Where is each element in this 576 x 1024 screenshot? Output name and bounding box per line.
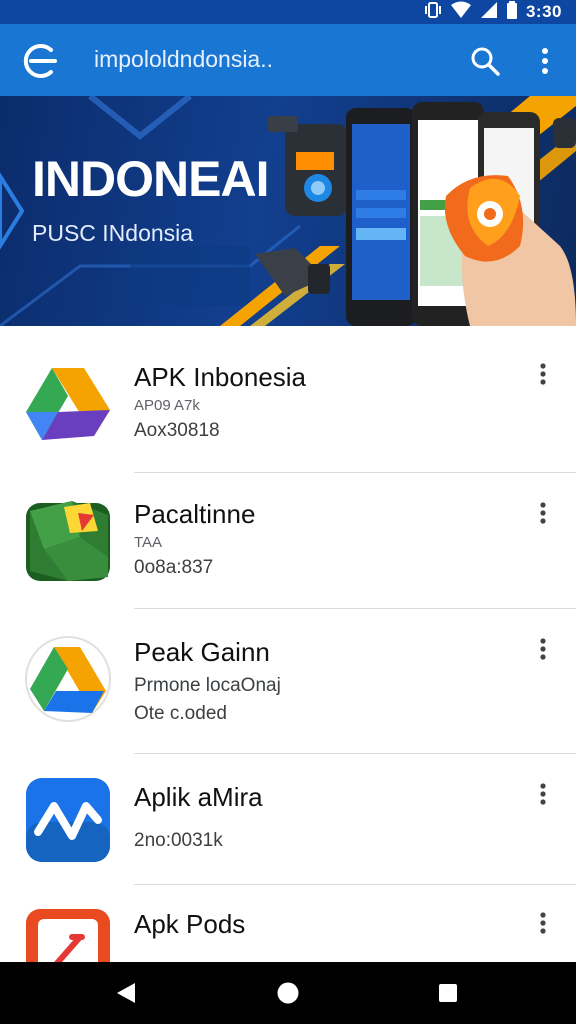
green-map-icon (26, 501, 110, 581)
item-menu-button[interactable] (530, 905, 556, 941)
item-menu-button[interactable] (530, 776, 556, 812)
more-vert-icon (540, 363, 546, 385)
list-item[interactable]: Peak Gainn Prmone locaOnaj Ote c.oded (0, 609, 576, 754)
list-item[interactable]: Apk Pods (0, 885, 576, 962)
red-square-icon (26, 909, 110, 962)
list-item[interactable]: APK Inbonesia AP09 A7k Aox30818 (0, 326, 576, 473)
app-name: APK Inbonesia (134, 362, 307, 392)
wifi-icon (450, 1, 472, 24)
item-menu-button[interactable] (530, 631, 556, 667)
app-meta: AP09 A7k (134, 397, 200, 414)
app-meta: 0o8a:837 (134, 557, 214, 578)
clock: 3:30 (525, 2, 562, 21)
signal-icon (480, 1, 498, 24)
promo-banner[interactable]: INDONEAI PUSC INdonsia (0, 96, 576, 326)
app-meta: Prmone locaOnaj (134, 675, 281, 696)
back-button[interactable] (18, 40, 60, 82)
overflow-menu-button[interactable] (530, 42, 560, 80)
item-menu-button[interactable] (530, 495, 556, 531)
more-vert-icon (540, 783, 546, 805)
app-name: Apk Pods (134, 909, 246, 939)
app-name: Peak Gainn (134, 637, 270, 667)
app-meta: Aox30818 (134, 420, 220, 441)
nav-back-button[interactable] (106, 973, 146, 1013)
drive-circle-icon (25, 636, 111, 722)
app-title: impololdndonsia.. (94, 46, 274, 72)
app-meta: Ote c.oded (134, 703, 227, 724)
app-name: Pacaltinne (134, 499, 256, 529)
nav-recents-button[interactable] (428, 973, 468, 1013)
list-item[interactable]: Aplik aMira 2no:0031k (0, 754, 576, 885)
vibrate-icon (424, 1, 442, 24)
back-icon (23, 44, 57, 78)
status-icons: 3:30 (424, 0, 562, 24)
banner-title: INDONEAI (32, 151, 269, 207)
more-vert-icon (540, 638, 546, 660)
back-triangle-icon (117, 983, 135, 1003)
nav-home-button[interactable] (268, 973, 308, 1013)
item-menu-button[interactable] (530, 356, 556, 392)
banner-subtitle: PUSC INdonsia (32, 220, 194, 246)
list-item[interactable]: Pacaltinne TAA 0o8a:837 (0, 473, 576, 609)
system-nav-bar (0, 962, 576, 1024)
home-circle-icon (277, 982, 299, 1004)
banner-illustration (0, 96, 576, 326)
more-vert-icon (540, 502, 546, 524)
status-bar: 3:30 (0, 0, 576, 24)
app-list: APK Inbonesia AP09 A7k Aox30818 Pacaltin… (0, 326, 576, 962)
search-icon (471, 47, 500, 76)
search-button[interactable] (466, 42, 504, 80)
battery-icon (506, 0, 518, 24)
app-meta: TAA (134, 534, 163, 551)
recents-square-icon (439, 984, 457, 1002)
drive-triangle-icon (26, 362, 110, 446)
blue-wave-icon (26, 778, 110, 862)
app-meta: 2no:0031k (134, 830, 223, 851)
app-name: Aplik aMira (134, 782, 263, 812)
app-bar: impololdndonsia.. (0, 24, 576, 96)
more-vert-icon (542, 48, 548, 74)
more-vert-icon (540, 912, 546, 934)
